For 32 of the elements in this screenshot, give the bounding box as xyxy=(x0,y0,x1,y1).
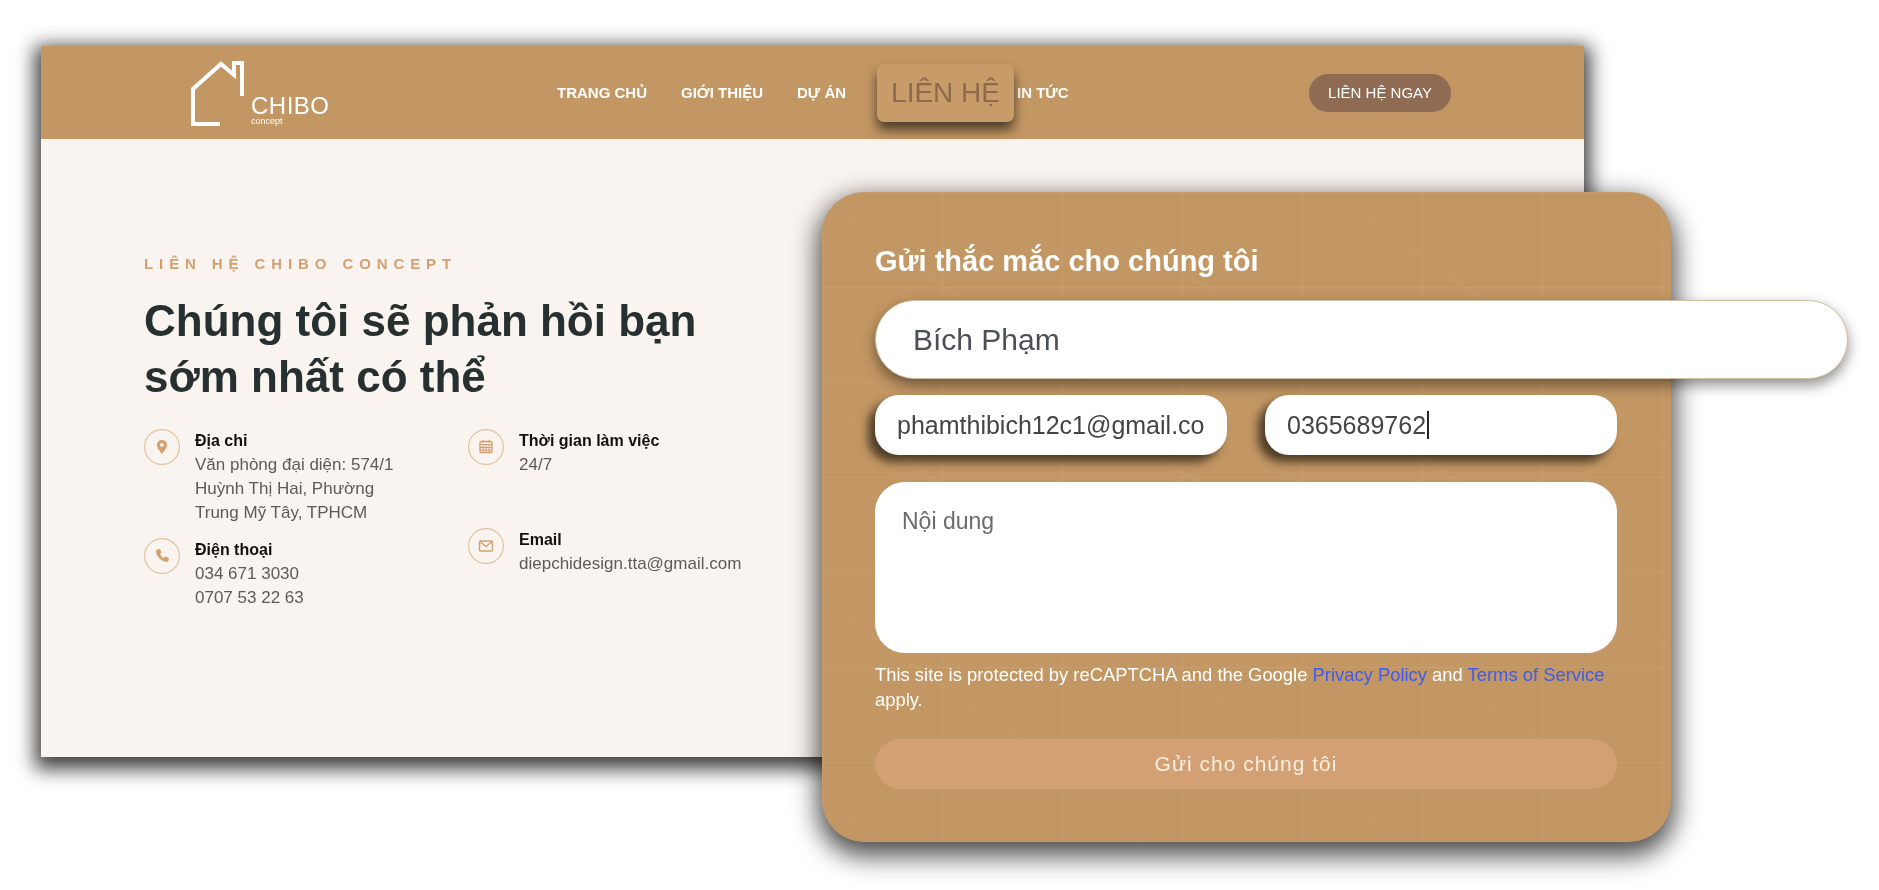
notice-link[interactable]: Privacy Policy xyxy=(1312,664,1427,685)
active-nav-tab[interactable]: LIÊN HỆ xyxy=(877,63,1014,122)
envelope-icon xyxy=(468,528,504,564)
nav-link[interactable]: TRANG CHỦ xyxy=(557,84,647,101)
logo-wordmark: CHIBO xyxy=(251,93,330,118)
phone-field[interactable]: 0365689762 xyxy=(1265,395,1617,455)
section-eyebrow: LIÊN HỆ CHIBO CONCEPT xyxy=(144,254,458,274)
contact-now-button[interactable]: LIÊN HỆ NGAY xyxy=(1309,73,1451,112)
info-text: diepchidesign.tta@gmail.com xyxy=(519,553,742,575)
info-title: Địa chỉ xyxy=(195,431,249,451)
info-title: Điện thoại xyxy=(195,540,274,560)
info-title: Email xyxy=(519,530,563,550)
info-text: Văn phòng đại diện: 574/1 Huỳnh Thị Hai, Phường Trung Mỹ Tây, TPHCM xyxy=(195,454,395,524)
calendar-icon xyxy=(468,429,504,465)
submit-button[interactable]: Gửi cho chúng tôi xyxy=(875,739,1617,789)
recaptcha-notice: This site is protected by reCAPTCHA and the Google Privacy Policy and Terms of Service apply. xyxy=(875,663,1606,712)
map-pin-icon xyxy=(144,429,180,465)
section-heading: Chúng tôi sẽ phản hồi bạn sớm nhất có thể xyxy=(144,295,698,403)
form-title: Gửi thắc mắc cho chúng tôi xyxy=(875,244,1259,278)
logo-tagline: concept xyxy=(251,115,284,126)
nav-link[interactable]: DỰ ÁN xyxy=(796,84,847,101)
nav-link[interactable]: IN TỨC xyxy=(1017,84,1069,101)
info-text: 034 671 3030 xyxy=(195,563,300,585)
phone-icon xyxy=(144,538,180,574)
email-field[interactable]: phamthibich12c1@gmail.co xyxy=(875,395,1227,455)
info-title: Thời gian làm việc xyxy=(519,431,660,451)
nav-link[interactable]: GIỚI THIỆU xyxy=(681,84,763,101)
info-text: 0707 53 22 63 xyxy=(195,587,304,609)
notice-link[interactable]: Terms of Service xyxy=(1467,664,1605,685)
name-field[interactable]: Bích Phạm xyxy=(875,300,1848,379)
info-text: 24/7 xyxy=(519,454,554,476)
message-field[interactable]: Nội dung xyxy=(875,482,1617,653)
